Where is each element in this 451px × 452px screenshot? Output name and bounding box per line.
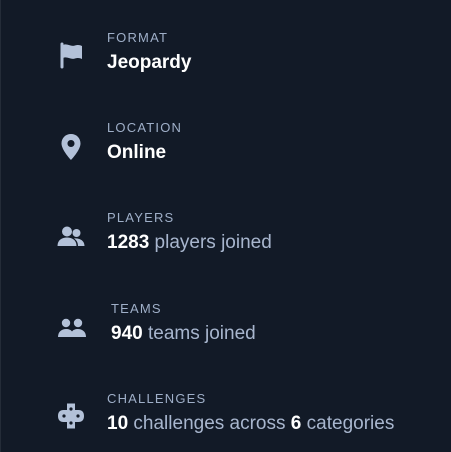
location-row: LOCATION Online [0, 120, 451, 180]
challenges-suffix: categories [301, 413, 395, 434]
group-icon [57, 313, 87, 343]
location-label: LOCATION [107, 120, 183, 135]
teams-suffix: teams joined [142, 323, 256, 344]
players-label: PLAYERS [107, 210, 175, 225]
players-value: 1283 players joined [107, 232, 272, 254]
flag-icon [56, 40, 86, 70]
gamepad-icon [56, 401, 86, 431]
teams-count: 940 [111, 323, 143, 344]
challenges-value: 10 challenges across 6 categories [107, 413, 394, 435]
categories-count: 6 [290, 413, 302, 434]
format-row: FORMAT Jeopardy [0, 30, 451, 90]
challenges-label: CHALLENGES [107, 391, 207, 406]
teams-row: TEAMS 940 teams joined [0, 301, 451, 361]
format-label: FORMAT [107, 30, 169, 45]
location-value: Online [107, 142, 167, 163]
players-row: PLAYERS 1283 players joined [0, 210, 451, 270]
format-value: Jeopardy [107, 52, 192, 73]
challenges-middle: challenges across [128, 413, 291, 434]
players-count: 1283 [107, 232, 150, 253]
teams-label: TEAMS [111, 301, 162, 316]
teams-value: 940 teams joined [111, 323, 256, 345]
challenges-row: CHALLENGES 10 challenges across 6 catego… [0, 391, 451, 451]
map-pin-icon [56, 132, 86, 162]
players-suffix: players joined [149, 232, 272, 253]
challenges-count: 10 [107, 413, 129, 434]
users-icon [56, 222, 86, 252]
